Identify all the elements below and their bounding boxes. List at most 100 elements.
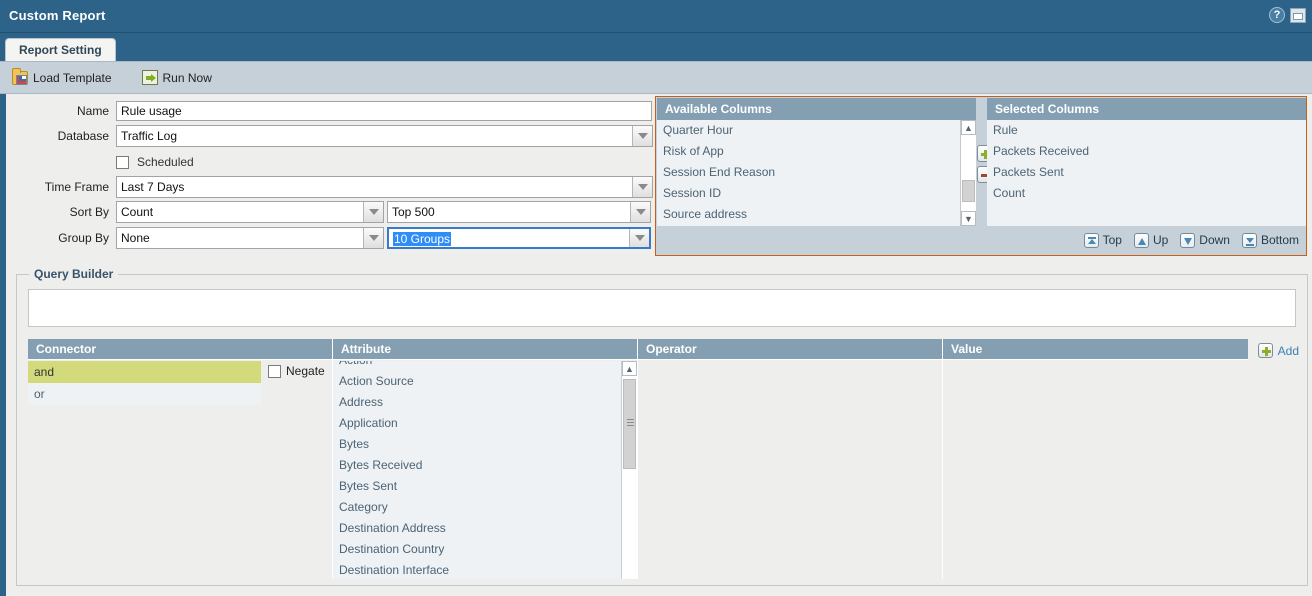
scheduled-checkbox[interactable] (116, 156, 129, 169)
column-value: Value (943, 339, 1248, 579)
scrollbar-thumb[interactable] (623, 379, 636, 469)
move-top-button[interactable]: Top (1084, 233, 1122, 248)
available-columns-panel: Available Columns Quarter Hour Risk of A… (657, 98, 976, 226)
column-operator: Operator (638, 339, 943, 579)
move-bottom-button[interactable]: Bottom (1242, 233, 1299, 248)
list-item[interactable]: Action Source (333, 371, 621, 392)
list-item[interactable]: Bytes Sent (333, 476, 621, 497)
add-label: Add (1278, 344, 1299, 358)
field-row-timeframe: Time Frame Last 7 Days (6, 176, 656, 198)
list-item[interactable]: Source address (657, 204, 960, 225)
list-item[interactable]: Destination Interface (333, 560, 621, 579)
available-columns-list[interactable]: Quarter Hour Risk of App Session End Rea… (657, 120, 960, 226)
chevron-down-icon[interactable] (629, 229, 649, 247)
scroll-up-icon[interactable]: ▲ (961, 120, 976, 135)
value-body[interactable] (943, 361, 1248, 579)
load-template-label: Load Template (33, 71, 112, 85)
list-item[interactable]: Packets Received (987, 141, 1306, 162)
field-row-groupby: Group By None 10 Groups (6, 227, 656, 249)
move-up-button[interactable]: Up (1134, 233, 1168, 248)
list-item[interactable]: Destination Address (333, 518, 621, 539)
chevron-down-icon[interactable] (632, 126, 652, 146)
field-row-name: Name (6, 100, 656, 122)
connector-header: Connector (28, 339, 332, 360)
field-row-scheduled: Scheduled (6, 151, 656, 173)
chevron-down-icon[interactable] (363, 202, 383, 222)
query-expression-area[interactable] (28, 289, 1296, 327)
operator-body[interactable] (638, 361, 942, 579)
move-down-button[interactable]: Down (1180, 233, 1230, 248)
scroll-up-icon[interactable]: ▲ (622, 361, 637, 376)
move-bottom-label: Bottom (1261, 233, 1299, 247)
list-item[interactable]: Session ID (657, 183, 960, 204)
run-now-button[interactable]: Run Now (142, 70, 212, 85)
timeframe-select[interactable]: Last 7 Days (116, 176, 653, 198)
list-item[interactable]: Count (987, 183, 1306, 204)
sortby-select[interactable]: Count (116, 201, 384, 223)
name-input[interactable] (116, 101, 652, 121)
page-title: Custom Report (9, 8, 106, 23)
selected-columns-header: Selected Columns (987, 98, 1306, 120)
list-item[interactable]: Address (333, 392, 621, 413)
sortby-value: Count (117, 202, 363, 222)
window-title-bar: Custom Report ? (0, 0, 1312, 33)
connector-body: and or Negate (28, 361, 332, 579)
query-builder-table: Connector and or Negate Attribute (28, 339, 1296, 579)
negate-checkbox[interactable] (268, 365, 281, 378)
list-item[interactable]: Packets Sent (987, 162, 1306, 183)
selected-columns-list[interactable]: Rule Packets Received Packets Sent Count (987, 120, 1306, 226)
value-header: Value (943, 339, 1248, 360)
list-item[interactable]: Category (333, 497, 621, 518)
run-now-label: Run Now (163, 71, 212, 85)
groupby-label: Group By (6, 231, 116, 245)
scroll-down-icon[interactable]: ▼ (961, 211, 976, 226)
columns-panel: Available Columns Quarter Hour Risk of A… (655, 96, 1307, 256)
database-value: Traffic Log (117, 126, 632, 146)
load-template-button[interactable]: Load Template (12, 71, 112, 85)
groupby-select[interactable]: None (116, 227, 384, 249)
list-item[interactable]: Bytes Received (333, 455, 621, 476)
help-icon[interactable]: ? (1269, 7, 1285, 23)
tab-report-setting[interactable]: Report Setting (5, 38, 116, 61)
connector-option-or[interactable]: or (28, 383, 261, 405)
move-top-icon (1084, 233, 1099, 248)
groupby-value: None (117, 228, 363, 248)
attribute-scrollbar[interactable]: ▲ (621, 361, 637, 579)
tab-strip: Report Setting (0, 33, 1312, 61)
scheduled-label: Scheduled (137, 155, 194, 169)
timeframe-value: Last 7 Days (117, 177, 632, 197)
chevron-down-icon[interactable] (363, 228, 383, 248)
list-item[interactable]: Quarter Hour (657, 120, 960, 141)
topn-value: Top 500 (388, 202, 630, 222)
list-item[interactable]: Action (333, 361, 621, 371)
move-down-icon (1180, 233, 1195, 248)
list-item[interactable]: Bytes (333, 434, 621, 455)
groups-select[interactable]: 10 Groups (387, 227, 651, 249)
database-select[interactable]: Traffic Log (116, 125, 653, 147)
window-icon[interactable] (1290, 8, 1306, 23)
column-attribute: Attribute Action Action Source Address A… (333, 339, 638, 579)
green-arrow-icon (142, 70, 158, 85)
list-item[interactable]: Rule (987, 120, 1306, 141)
chevron-down-icon[interactable] (632, 177, 652, 197)
available-columns-scrollbar[interactable]: ▲ ▼ (960, 120, 976, 226)
list-item[interactable]: Session End Reason (657, 162, 960, 183)
add-condition-button[interactable]: Add (1258, 343, 1299, 358)
chevron-down-icon[interactable] (630, 202, 650, 222)
list-item[interactable]: Application (333, 413, 621, 434)
field-row-sortby: Sort By Count Top 500 (6, 201, 656, 223)
connector-option-and[interactable]: and (28, 361, 261, 383)
move-bottom-icon (1242, 233, 1257, 248)
attribute-header: Attribute (333, 339, 637, 360)
list-item[interactable]: Risk of App (657, 141, 960, 162)
list-item[interactable]: Destination Country (333, 539, 621, 560)
titlebar-icons: ? (1269, 7, 1306, 23)
attribute-list[interactable]: Action Action Source Address Application… (333, 361, 622, 579)
connector-list[interactable]: and or (28, 361, 261, 405)
report-settings-form: Name Database Traffic Log Scheduled Time… (6, 94, 656, 254)
topn-select[interactable]: Top 500 (387, 201, 651, 223)
groups-value: 10 Groups (393, 232, 451, 246)
database-label: Database (6, 129, 116, 143)
scrollbar-thumb[interactable] (962, 180, 975, 202)
folder-chart-icon (12, 71, 28, 85)
